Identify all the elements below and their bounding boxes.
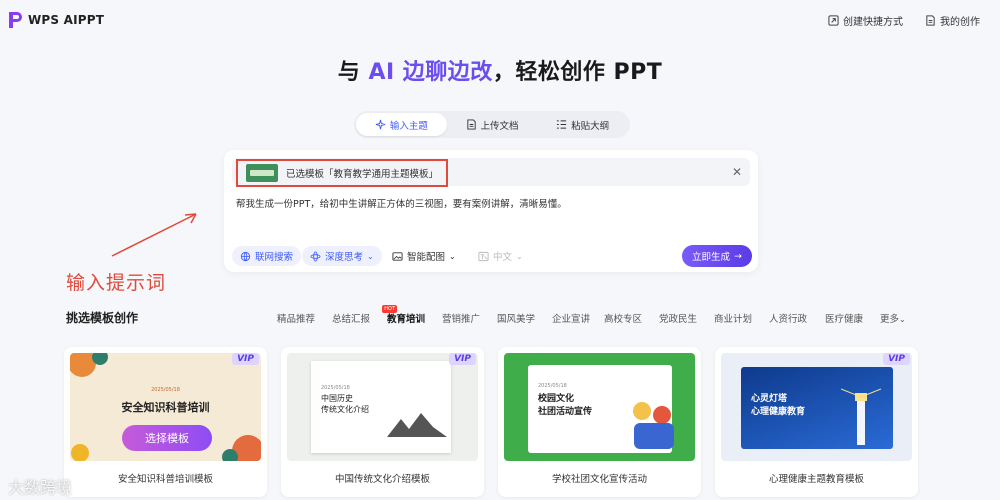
thumbnail-date: 2025/05/18 bbox=[538, 383, 567, 389]
thumbnail-title: 校园文化 社团活动宣传 bbox=[538, 394, 593, 417]
lighthouse-icon bbox=[841, 388, 881, 445]
headline-part2: ，轻松创作 PPT bbox=[492, 60, 663, 85]
students-illustration-icon bbox=[633, 402, 674, 449]
vip-badge: VIP bbox=[232, 353, 259, 365]
ink-mountain-icon bbox=[387, 413, 447, 437]
category-tab[interactable]: 商业计划 bbox=[714, 311, 769, 325]
template-card[interactable]: 心灵灯塔 心理健康教育 VIP 心理健康主题教育模板 bbox=[715, 347, 918, 497]
deep-think-toggle[interactable]: 深度思考 ⌄ bbox=[302, 246, 382, 266]
thumbnail-date: 2025/05/18 bbox=[151, 387, 180, 393]
template-card[interactable]: 2025/05/18 中国历史 传统文化介绍 VIP 中国传统文化介绍模板 bbox=[281, 347, 484, 497]
thumbnail-title: 心灵灯塔 心理健康教育 bbox=[751, 394, 806, 417]
category-label: 总结汇报 bbox=[332, 314, 371, 325]
template-thumbnail: 2025/05/18 校园文化 社团活动宣传 bbox=[504, 353, 695, 461]
template-thumbnail: 安全知识科普培训 2025/05/18 选择模板 bbox=[70, 353, 261, 461]
thumbnail-date: 2025/05/18 bbox=[321, 385, 350, 391]
prompt-input[interactable]: 帮我生成一份PPT，给初中生讲解正方体的三视图，要有案例讲解，清晰易懂。 bbox=[236, 196, 567, 210]
my-creations-link[interactable]: 我的创作 bbox=[925, 13, 980, 28]
category-tab[interactable]: 总结汇报 HOT bbox=[332, 305, 397, 325]
tab-upload-document[interactable]: 上传文档 bbox=[447, 113, 538, 136]
thumbnail-title: 安全知识科普培训 bbox=[121, 401, 210, 414]
input-mode-tabs: 输入主题 上传文档 粘贴大纲 bbox=[354, 111, 630, 138]
tab-paste-outline-label: 粘贴大纲 bbox=[571, 120, 610, 132]
outline-icon bbox=[557, 120, 567, 129]
generate-label: 立即生成 bbox=[692, 252, 731, 263]
vip-badge: VIP bbox=[883, 353, 910, 365]
selected-template-thumbnail bbox=[246, 164, 278, 182]
tab-upload-document-label: 上传文档 bbox=[480, 120, 519, 132]
select-template-button[interactable]: 选择模板 bbox=[122, 425, 212, 451]
close-icon[interactable]: ✕ bbox=[732, 165, 742, 179]
templates-section-title: 挑选模板创作 bbox=[66, 311, 139, 325]
shortcut-icon bbox=[828, 15, 839, 26]
template-card[interactable]: 2025/05/18 校园文化 社团活动宣传 学校社团文化宣传活动 bbox=[498, 347, 701, 497]
category-tab[interactable]: 精品推荐 bbox=[277, 311, 332, 325]
atom-icon bbox=[310, 251, 321, 261]
more-label: 更多 bbox=[880, 314, 900, 325]
arrow-right-icon: → bbox=[734, 250, 742, 262]
template-name: 安全知识科普培训模板 bbox=[117, 474, 213, 485]
top-nav: 创建快捷方式 我的创作 bbox=[828, 13, 980, 28]
web-search-label: 联网搜索 bbox=[255, 252, 294, 263]
app-logo[interactable]: WPS AIPPT bbox=[8, 11, 104, 29]
category-tab[interactable]: 党政民生 bbox=[659, 311, 714, 325]
page-headline: 与 AI 边聊边改，轻松创作 PPT bbox=[0, 54, 1000, 86]
deep-think-label: 深度思考 bbox=[325, 252, 364, 263]
chevron-down-icon: ⌄ bbox=[899, 315, 906, 324]
category-tab[interactable]: 营销推广 bbox=[442, 311, 497, 325]
top-bar: WPS AIPPT 创建快捷方式 我的创作 bbox=[0, 0, 1000, 42]
category-tab[interactable]: 企业宣讲 bbox=[552, 311, 604, 325]
selected-template-bar: 已选模板「教育教学通用主题模板」 ✕ bbox=[232, 158, 750, 187]
annotation-arrow-icon bbox=[111, 213, 197, 257]
watermark: 大数跨境 bbox=[8, 478, 73, 497]
image-icon bbox=[392, 251, 403, 261]
document-icon bbox=[926, 15, 935, 26]
category-tab-active[interactable]: 教育培训 bbox=[387, 311, 442, 325]
tab-paste-outline[interactable]: 粘贴大纲 bbox=[537, 113, 628, 136]
create-shortcut-link[interactable]: 创建快捷方式 bbox=[828, 13, 903, 28]
web-search-toggle[interactable]: 联网搜索 bbox=[232, 246, 302, 266]
category-tab[interactable]: 国风美学 bbox=[497, 311, 552, 325]
thumbnail-title: 中国历史 传统文化介绍 bbox=[321, 394, 369, 414]
template-thumbnail: 2025/05/18 中国历史 传统文化介绍 bbox=[287, 353, 478, 461]
category-tab[interactable]: 人资行政 bbox=[769, 311, 825, 325]
template-card[interactable]: 安全知识科普培训 2025/05/18 选择模板 VIP 安全知识科普培训模板 bbox=[64, 347, 267, 497]
template-name: 心理健康主题教育模板 bbox=[768, 474, 864, 485]
category-tab[interactable]: 医疗健康 bbox=[825, 311, 880, 325]
category-filters: 精品推荐 总结汇报 HOT 教育培训 营销推广 国风美学 企业宣讲 高校专区 党政… bbox=[277, 305, 906, 325]
category-more[interactable]: 更多⌄ bbox=[880, 311, 906, 325]
app-name: WPS AIPPT bbox=[28, 13, 105, 27]
selected-template-chip[interactable]: 已选模板「教育教学通用主题模板」 bbox=[236, 159, 449, 187]
generate-button[interactable]: 立即生成 → bbox=[682, 245, 752, 267]
headline-part1: 与 bbox=[337, 60, 369, 85]
vip-badge: VIP bbox=[449, 353, 476, 365]
language-dropdown[interactable]: 中文 ⌄ bbox=[478, 246, 523, 266]
chevron-down-icon: ⌄ bbox=[367, 251, 374, 261]
sparkle-icon bbox=[375, 119, 386, 130]
smart-image-dropdown[interactable]: 智能配图 ⌄ bbox=[392, 246, 456, 266]
chevron-down-icon: ⌄ bbox=[449, 251, 456, 261]
chevron-down-icon: ⌄ bbox=[516, 251, 523, 261]
template-thumbnail: 心灵灯塔 心理健康教育 bbox=[721, 353, 912, 461]
selected-template-label: 已选模板「教育教学通用主题模板」 bbox=[286, 169, 439, 180]
tab-enter-topic-label: 输入主题 bbox=[389, 120, 428, 132]
smart-image-label: 智能配图 bbox=[407, 252, 446, 263]
file-icon bbox=[466, 119, 476, 130]
globe-icon bbox=[240, 251, 251, 261]
template-name: 学校社团文化宣传活动 bbox=[551, 474, 647, 485]
headline-accent: AI 边聊边改 bbox=[368, 60, 493, 85]
create-shortcut-label: 创建快捷方式 bbox=[843, 17, 903, 28]
language-label: 中文 bbox=[493, 252, 513, 263]
wps-logo-icon bbox=[9, 12, 22, 28]
tab-enter-topic[interactable]: 输入主题 bbox=[356, 113, 447, 136]
translate-icon bbox=[478, 251, 489, 261]
prompt-card: 已选模板「教育教学通用主题模板」 ✕ 帮我生成一份PPT，给初中生讲解正方体的三… bbox=[224, 150, 758, 272]
template-name: 中国传统文化介绍模板 bbox=[334, 474, 430, 485]
category-tab[interactable]: 高校专区 bbox=[604, 311, 659, 325]
my-creations-label: 我的创作 bbox=[940, 17, 980, 28]
annotation-text: 输入提示词 bbox=[66, 272, 167, 294]
